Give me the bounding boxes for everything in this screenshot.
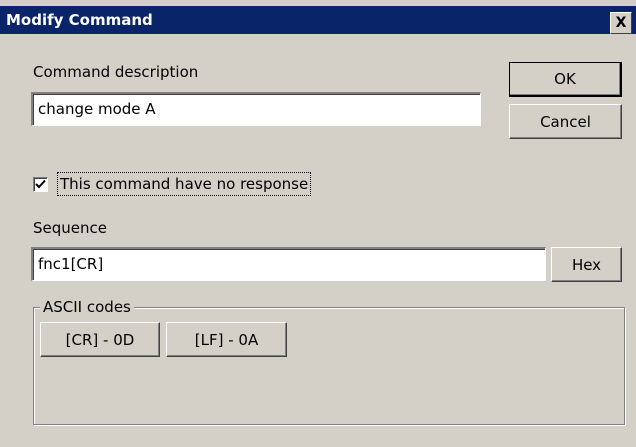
hex-button[interactable]: Hex: [551, 247, 622, 282]
close-icon: X: [615, 15, 627, 31]
command-description-input[interactable]: change mode A: [31, 92, 481, 126]
modify-command-dialog: Modify Command X Command description cha…: [0, 0, 636, 447]
ok-button[interactable]: OK: [509, 62, 622, 97]
ascii-lf-button[interactable]: [LF] - 0A: [166, 322, 287, 357]
title-bar: Modify Command X: [0, 6, 636, 34]
no-response-label[interactable]: This command have no response: [57, 172, 312, 196]
checkmark-icon: [35, 179, 46, 189]
ascii-cr-button[interactable]: [CR] - 0D: [40, 322, 160, 357]
command-description-label: Command description: [33, 63, 199, 81]
sequence-input[interactable]: fnc1[CR]: [31, 247, 546, 281]
ascii-codes-group-title: ASCII codes: [40, 297, 134, 317]
window-title: Modify Command: [6, 11, 153, 29]
no-response-checkbox[interactable]: [33, 177, 48, 192]
cancel-button[interactable]: Cancel: [509, 104, 622, 139]
close-button[interactable]: X: [610, 12, 632, 34]
sequence-label: Sequence: [33, 219, 107, 237]
